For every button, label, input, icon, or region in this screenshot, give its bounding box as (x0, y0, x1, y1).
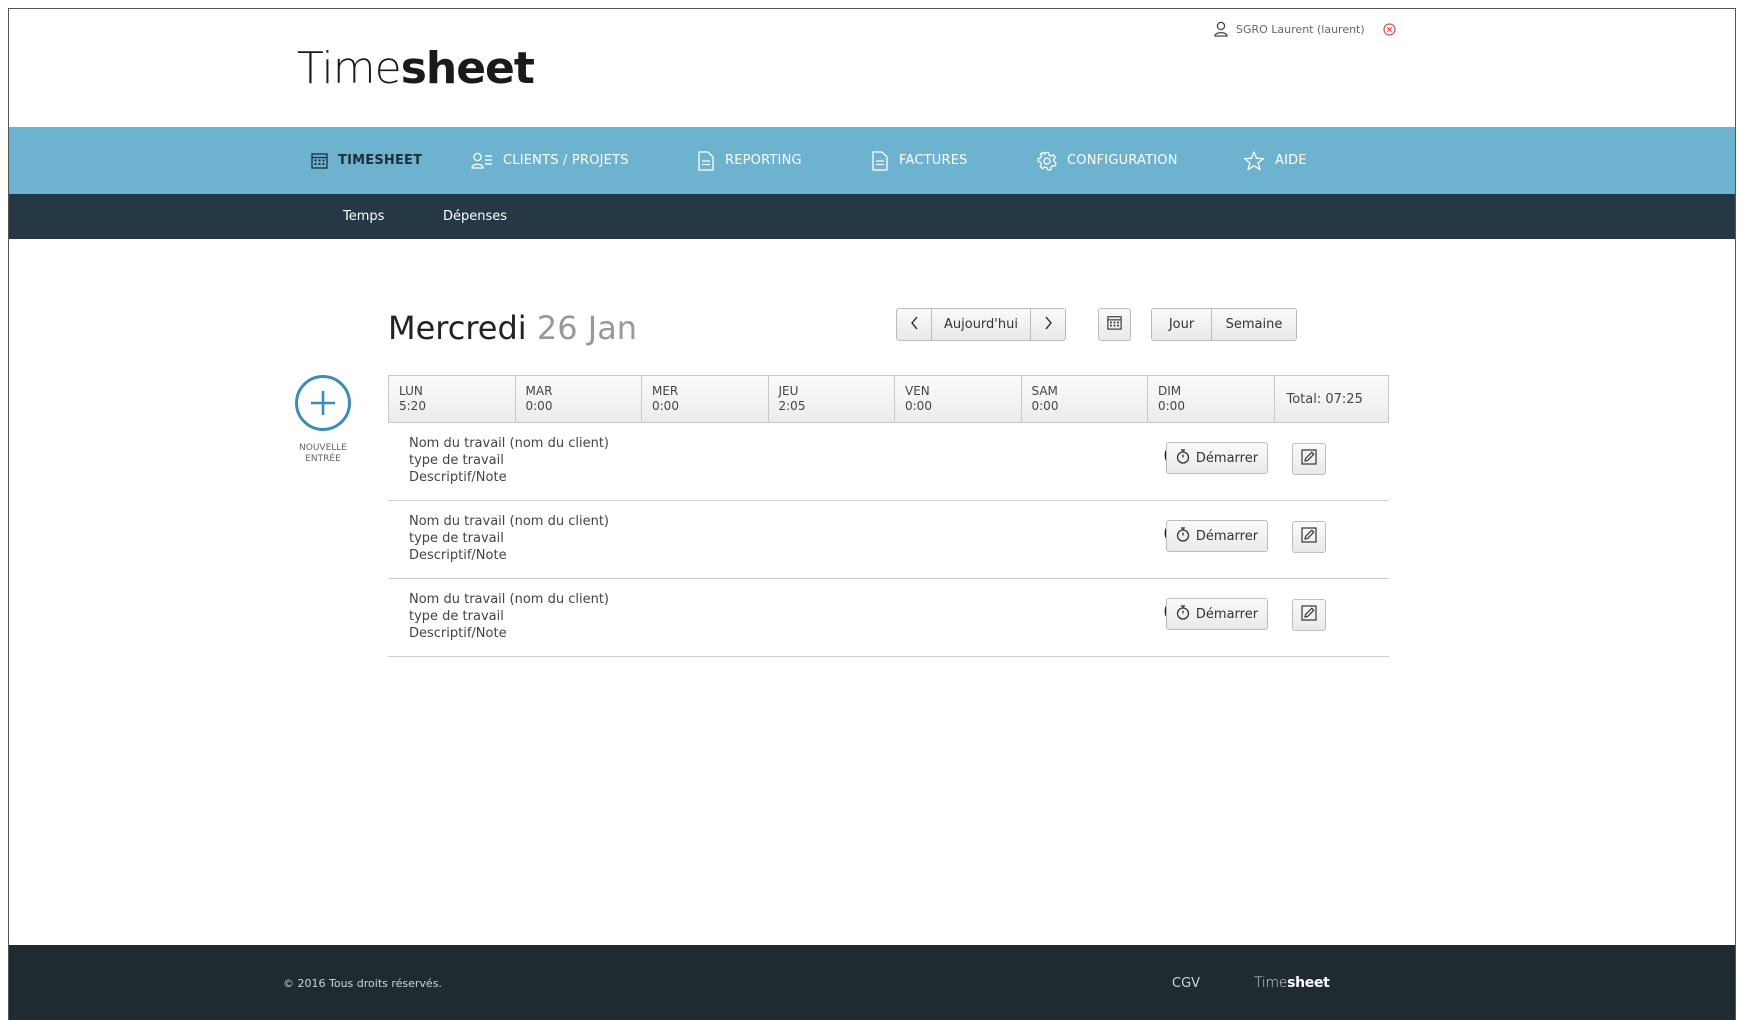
user-list-icon (471, 152, 493, 170)
entry-job: Nom du travail (nom du client) (409, 514, 609, 529)
week-day-dim[interactable]: DIM 0:00 (1148, 376, 1275, 422)
nav-item-reporting[interactable]: REPORTING (697, 127, 802, 194)
entry-note: Descriptif/Note (409, 470, 507, 485)
week-day-sam[interactable]: SAM 0:00 (1022, 376, 1148, 422)
entry-type: type de travail (409, 453, 504, 468)
page-title: Mercredi 26 Jan (388, 309, 638, 347)
entry-job: Nom du travail (nom du client) (409, 592, 609, 607)
nav-item-clients-projets[interactable]: CLIENTS / PROJETS (471, 127, 629, 194)
app-logo[interactable]: Timesheet (297, 43, 535, 94)
subnav-item-depenses[interactable]: Dépenses (443, 194, 507, 239)
today-button[interactable]: Aujourd'hui (931, 309, 1031, 340)
week-summary-bar: LUN 5:20 MAR 0:00 MER 0:00 JEU 2:05 VEN 0:00 … (388, 375, 1389, 423)
entry-note: Descriptif/Note (409, 626, 507, 641)
plus-icon (295, 375, 351, 431)
week-day-ven[interactable]: VEN 0:00 (895, 376, 1022, 422)
new-entry-label: NOUVELLE ENTRÉE (299, 443, 347, 464)
entry-description[interactable]: Nom du travail (nom du client) type de t… (409, 435, 609, 486)
nav-item-configuration[interactable]: CONFIGURATION (1037, 127, 1178, 194)
entry-description[interactable]: Nom du travail (nom du client) type de t… (409, 513, 609, 564)
edit-icon (1301, 449, 1317, 469)
week-day-mar[interactable]: MAR 0:00 (516, 376, 642, 422)
week-day-lun[interactable]: LUN 5:20 (389, 376, 516, 422)
user-box: SGRO Laurent (laurent) (1214, 21, 1396, 37)
main-nav: TIMESHEET CLIENTS / PROJETS REPORTING FA… (9, 127, 1735, 194)
header: Timesheet SGRO Laurent (laurent) (9, 9, 1735, 127)
edit-entry-button[interactable] (1292, 443, 1326, 475)
view-toggle: Jour Semaine (1151, 308, 1297, 341)
entry-type: type de travail (409, 531, 504, 546)
entry-note: Descriptif/Note (409, 548, 507, 563)
entry-type: type de travail (409, 609, 504, 624)
cgv-link[interactable]: CGV (1172, 945, 1200, 1020)
next-day-button[interactable] (1031, 309, 1065, 340)
time-entry: Nom du travail (nom du client) type de t… (388, 423, 1389, 501)
calendar-icon (311, 152, 328, 169)
chevron-left-icon (910, 316, 919, 334)
date-navigation: Aujourd'hui (896, 308, 1066, 341)
entry-description[interactable]: Nom du travail (nom du client) type de t… (409, 591, 609, 642)
user-name[interactable]: SGRO Laurent (laurent) (1236, 23, 1365, 36)
app-frame: Timesheet SGRO Laurent (laurent) TIMESHE… (8, 8, 1736, 1020)
user-icon (1214, 21, 1228, 37)
footer: © 2016 Tous droits réservés. CGV Time she… (9, 945, 1735, 1020)
prev-day-button[interactable] (897, 309, 931, 340)
time-entry: Nom du travail (nom du client) type de t… (388, 501, 1389, 579)
time-entry: Nom du travail (nom du client) type de t… (388, 579, 1389, 657)
week-total: Total: 07:25 (1286, 391, 1363, 407)
document-icon (871, 150, 889, 171)
edit-icon (1301, 605, 1317, 625)
stopwatch-icon (1176, 604, 1190, 624)
star-icon (1243, 150, 1265, 171)
nav-item-factures[interactable]: FACTURES (871, 127, 968, 194)
view-day-button[interactable]: Jour (1152, 309, 1212, 340)
view-week-button[interactable]: Semaine (1212, 309, 1296, 340)
footer-logo[interactable]: Time sheet (1254, 945, 1330, 1020)
calendar-icon (1107, 315, 1122, 334)
calendar-picker-button[interactable] (1098, 308, 1131, 341)
gear-icon (1037, 151, 1057, 171)
nav-item-aide[interactable]: AIDE (1243, 127, 1307, 194)
week-day-jeu[interactable]: JEU 2:05 (769, 376, 895, 422)
sub-nav: Temps Dépenses (9, 194, 1735, 239)
subnav-item-temps[interactable]: Temps (343, 194, 384, 239)
edit-icon (1301, 527, 1317, 547)
start-timer-button[interactable]: Démarrer (1166, 598, 1268, 630)
entry-job: Nom du travail (nom du client) (409, 436, 609, 451)
edit-entry-button[interactable] (1292, 521, 1326, 553)
time-entries-list: Nom du travail (nom du client) type de t… (388, 423, 1389, 657)
nav-item-timesheet[interactable]: TIMESHEET (311, 127, 422, 194)
start-timer-button[interactable]: Démarrer (1166, 520, 1268, 552)
chevron-right-icon (1044, 316, 1053, 334)
new-entry-button[interactable]: NOUVELLE ENTRÉE (293, 375, 353, 465)
stopwatch-icon (1176, 448, 1190, 468)
logout-icon[interactable] (1383, 22, 1396, 36)
stopwatch-icon (1176, 526, 1190, 546)
document-icon (697, 150, 715, 171)
edit-entry-button[interactable] (1292, 599, 1326, 631)
week-day-mer[interactable]: MER 0:00 (642, 376, 769, 422)
start-timer-button[interactable]: Démarrer (1166, 442, 1268, 474)
copyright-text: © 2016 Tous droits réservés. (283, 976, 442, 990)
